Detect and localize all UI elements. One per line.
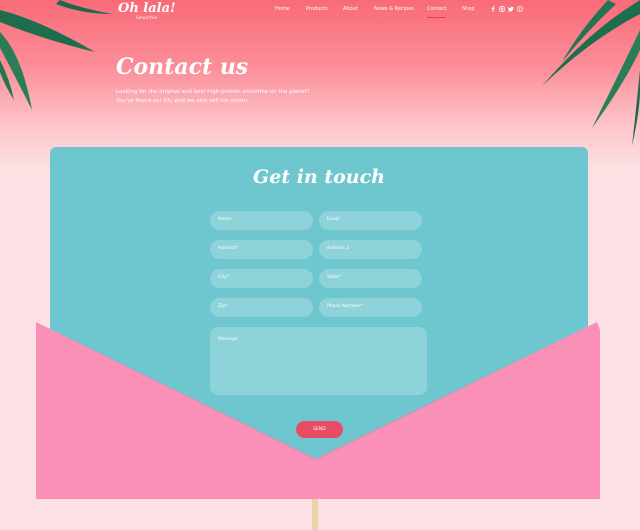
nav-news-recipes[interactable]: News & Recipes — [374, 6, 414, 12]
nav-products[interactable]: Products — [306, 6, 328, 12]
message-field[interactable]: Message — [210, 327, 427, 395]
city-placeholder: City* — [218, 275, 230, 280]
contact-card — [50, 147, 588, 499]
address2-placeholder: Address 2 — [327, 246, 350, 251]
phone-field[interactable]: Phone Number* — [319, 298, 422, 317]
form-title: Get in touch — [253, 166, 385, 188]
popsicle-stick — [312, 499, 318, 530]
zip-placeholder: Zip* — [218, 304, 228, 309]
page-title: Contact us — [116, 54, 249, 80]
nav-shop[interactable]: Shop — [462, 6, 475, 12]
palm-leaf-right-icon — [542, 0, 640, 146]
name-placeholder: Name — [218, 217, 232, 222]
facebook-icon[interactable] — [490, 6, 496, 12]
hero-intro-line-2: You've found us! Oh, and we also sell ic… — [116, 98, 249, 104]
address-field[interactable]: Address* — [210, 240, 313, 259]
phone-placeholder: Phone Number* — [327, 304, 363, 309]
main-nav: Home Products About News & Recipes Conta… — [0, 6, 640, 18]
pinterest-icon[interactable] — [517, 6, 523, 12]
nav-about[interactable]: About — [343, 6, 358, 12]
nav-home[interactable]: Home — [275, 6, 290, 12]
email-placeholder: Email — [327, 217, 340, 222]
hero-intro-line-1: Looking for the original and best high-p… — [116, 89, 310, 95]
send-button[interactable]: SEND — [296, 421, 343, 438]
state-field[interactable]: State* — [319, 269, 422, 288]
address2-field[interactable]: Address 2 — [319, 240, 422, 259]
message-placeholder: Message — [218, 337, 238, 342]
name-field[interactable]: Name — [210, 211, 313, 230]
twitter-icon[interactable] — [508, 6, 514, 12]
state-placeholder: State* — [327, 275, 342, 280]
palm-leaf-left-icon — [0, 0, 112, 110]
address-placeholder: Address* — [218, 246, 239, 251]
nav-contact[interactable]: Contact — [427, 6, 447, 18]
email-field[interactable]: Email — [319, 211, 422, 230]
instagram-icon[interactable] — [499, 6, 505, 12]
zip-field[interactable]: Zip* — [210, 298, 313, 317]
city-field[interactable]: City* — [210, 269, 313, 288]
